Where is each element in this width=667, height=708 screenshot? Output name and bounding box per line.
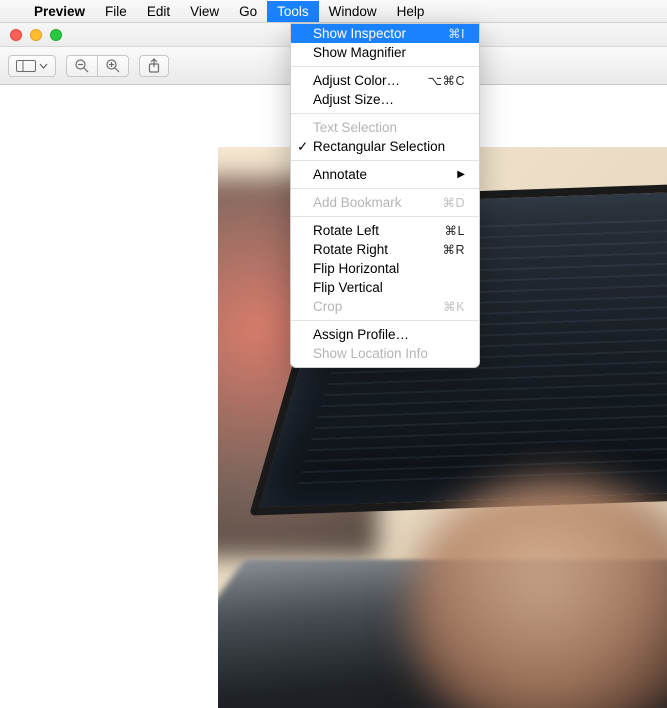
menu-item-label: Rectangular Selection <box>313 139 445 154</box>
menu-item-label: Annotate <box>313 167 367 182</box>
share-button[interactable] <box>139 55 169 77</box>
menu-item-adjust-color[interactable]: Adjust Color… ⌥⌘C <box>291 71 479 90</box>
menu-item-show-location-info: Show Location Info <box>291 344 479 363</box>
submenu-arrow-icon: ▶ <box>457 169 465 180</box>
menu-item-label: Rotate Right <box>313 242 388 257</box>
menu-item-label: Flip Horizontal <box>313 261 399 276</box>
zoom-button[interactable] <box>50 29 62 41</box>
menubar-view[interactable]: View <box>180 1 229 22</box>
share-icon <box>147 58 161 74</box>
menu-separator <box>291 66 479 67</box>
menu-item-label: Add Bookmark <box>313 195 402 210</box>
menu-item-text-selection: Text Selection <box>291 118 479 137</box>
close-button[interactable] <box>10 29 22 41</box>
chevron-down-icon <box>39 63 48 69</box>
menubar-file[interactable]: File <box>95 1 137 22</box>
menu-item-assign-profile[interactable]: Assign Profile… <box>291 325 479 344</box>
menu-item-label: Text Selection <box>313 120 397 135</box>
check-icon: ✓ <box>297 139 308 155</box>
menu-item-rectangular-selection[interactable]: ✓ Rectangular Selection <box>291 137 479 156</box>
menubar-help[interactable]: Help <box>387 1 435 22</box>
menu-shortcut: ⌘L <box>445 223 465 238</box>
menu-separator <box>291 160 479 161</box>
menu-item-annotate[interactable]: Annotate ▶ <box>291 165 479 184</box>
menu-item-flip-vertical[interactable]: Flip Vertical <box>291 278 479 297</box>
menu-separator <box>291 113 479 114</box>
menu-item-label: Show Inspector <box>313 26 406 41</box>
menu-item-label: Show Magnifier <box>313 45 406 60</box>
zoom-out-button[interactable] <box>66 55 98 77</box>
zoom-in-icon <box>105 58 121 74</box>
menu-item-show-inspector[interactable]: Show Inspector ⌘I <box>291 24 479 43</box>
menubar-go[interactable]: Go <box>229 1 267 22</box>
zoom-out-icon <box>74 58 90 74</box>
zoom-group <box>66 55 129 77</box>
menu-item-label: Assign Profile… <box>313 327 409 342</box>
menu-separator <box>291 320 479 321</box>
menubar-edit[interactable]: Edit <box>137 1 180 22</box>
zoom-in-button[interactable] <box>98 55 129 77</box>
menu-shortcut: ⌘K <box>443 299 465 314</box>
menu-shortcut: ⌘I <box>448 26 465 41</box>
menu-separator <box>291 216 479 217</box>
menubar: Preview File Edit View Go Tools Window H… <box>0 0 667 23</box>
window-controls <box>0 29 62 41</box>
menu-item-label: Flip Vertical <box>313 280 383 295</box>
menu-shortcut: ⌘R <box>442 242 465 257</box>
menu-separator <box>291 188 479 189</box>
minimize-button[interactable] <box>30 29 42 41</box>
sidebar-icon <box>16 60 36 72</box>
menu-item-rotate-right[interactable]: Rotate Right ⌘R <box>291 240 479 259</box>
menu-item-adjust-size[interactable]: Adjust Size… <box>291 90 479 109</box>
menu-item-show-magnifier[interactable]: Show Magnifier <box>291 43 479 62</box>
menu-shortcut: ⌥⌘C <box>428 73 465 88</box>
menu-item-crop: Crop ⌘K <box>291 297 479 316</box>
tools-menu: Show Inspector ⌘I Show Magnifier Adjust Col… <box>290 23 480 368</box>
menubar-window[interactable]: Window <box>319 1 387 22</box>
sidebar-view-button[interactable] <box>8 55 56 77</box>
menu-item-label: Adjust Size… <box>313 92 394 107</box>
menu-item-label: Rotate Left <box>313 223 379 238</box>
menu-item-flip-horizontal[interactable]: Flip Horizontal <box>291 259 479 278</box>
menu-item-rotate-left[interactable]: Rotate Left ⌘L <box>291 221 479 240</box>
menu-item-label: Adjust Color… <box>313 73 400 88</box>
menu-item-label: Crop <box>313 299 342 314</box>
menu-shortcut: ⌘D <box>442 195 465 210</box>
menubar-tools[interactable]: Tools <box>267 1 319 22</box>
menu-item-label: Show Location Info <box>313 346 428 361</box>
menu-item-add-bookmark: Add Bookmark ⌘D <box>291 193 479 212</box>
menubar-app[interactable]: Preview <box>24 1 95 22</box>
